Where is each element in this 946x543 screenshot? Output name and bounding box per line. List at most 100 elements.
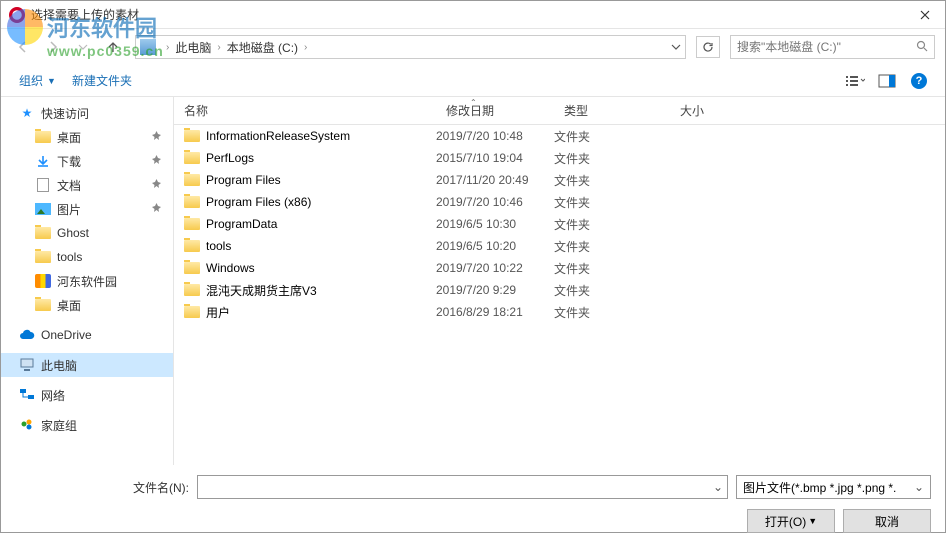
up-button[interactable] <box>101 35 125 59</box>
search-input[interactable] <box>737 40 916 54</box>
file-name: Program Files <box>206 173 281 187</box>
file-type: 文件夹 <box>554 260 670 277</box>
preview-pane-button[interactable] <box>875 70 899 92</box>
sidebar-item[interactable]: Ghost <box>1 221 173 245</box>
file-type: 文件夹 <box>554 282 670 299</box>
view-options-button[interactable] <box>843 70 867 92</box>
chevron-down-icon: ⌄ <box>914 480 924 494</box>
search-icon[interactable] <box>916 40 928 55</box>
close-icon <box>920 10 930 20</box>
help-button[interactable]: ? <box>907 70 931 92</box>
file-row[interactable]: ProgramData2019/6/5 10:30文件夹 <box>174 213 945 235</box>
open-button[interactable]: 打开(O) ▼ <box>747 509 835 533</box>
column-name[interactable]: 名称 <box>174 97 436 124</box>
file-name: PerfLogs <box>206 151 254 165</box>
back-button[interactable] <box>11 35 35 59</box>
file-date: 2015/7/10 19:04 <box>436 151 554 165</box>
homegroup-icon <box>19 417 35 433</box>
sidebar-item[interactable]: 河东软件园 <box>1 269 173 293</box>
new-folder-label: 新建文件夹 <box>72 72 132 89</box>
file-row[interactable]: PerfLogs2015/7/10 19:04文件夹 <box>174 147 945 169</box>
pc-icon <box>19 357 35 373</box>
sidebar-item-label: 桌面 <box>57 297 81 314</box>
file-row[interactable]: InformationReleaseSystem2019/7/20 10:48文… <box>174 125 945 147</box>
column-size[interactable]: 大小 <box>670 97 770 124</box>
refresh-button[interactable] <box>696 36 720 58</box>
file-name: tools <box>206 239 231 253</box>
sidebar-item-label: 桌面 <box>57 129 81 146</box>
file-name: InformationReleaseSystem <box>206 129 350 143</box>
file-date: 2019/6/5 10:20 <box>436 239 554 253</box>
chevron-right-icon: › <box>217 42 220 53</box>
folder-icon <box>184 196 200 208</box>
sidebar-item-label: 下载 <box>57 153 81 170</box>
filter-label: 图片文件(*.bmp *.jpg *.png *. <box>743 479 896 496</box>
sidebar-onedrive[interactable]: OneDrive <box>1 323 173 347</box>
sidebar-item[interactable]: 图片 <box>1 197 173 221</box>
sidebar-item-label: 文档 <box>57 177 81 194</box>
sidebar-item[interactable]: 下载 <box>1 149 173 173</box>
sidebar-homegroup[interactable]: 家庭组 <box>1 413 173 437</box>
sidebar-item-label: Ghost <box>57 226 89 240</box>
breadcrumb-segment[interactable]: 此电脑 <box>175 39 211 56</box>
view-icon <box>845 74 865 88</box>
sidebar: ★ 快速访问 桌面下载文档图片Ghosttools河东软件园桌面 OneDriv… <box>1 97 174 465</box>
sidebar-item-label: 河东软件园 <box>57 273 117 290</box>
file-date: 2019/7/20 10:46 <box>436 195 554 209</box>
file-type: 文件夹 <box>554 216 670 233</box>
sidebar-item[interactable]: 桌面 <box>1 293 173 317</box>
breadcrumb-segment[interactable]: 本地磁盘 (C:) <box>227 39 298 56</box>
star-icon: ★ <box>19 105 35 121</box>
file-area: ⌃ 名称 修改日期 类型 大小 InformationReleaseSystem… <box>174 97 945 465</box>
file-row[interactable]: Windows2019/7/20 10:22文件夹 <box>174 257 945 279</box>
file-type: 文件夹 <box>554 128 670 145</box>
sidebar-network[interactable]: 网络 <box>1 383 173 407</box>
chevron-down-icon[interactable] <box>671 42 681 52</box>
file-row[interactable]: Program Files (x86)2019/7/20 10:46文件夹 <box>174 191 945 213</box>
file-filter-dropdown[interactable]: 图片文件(*.bmp *.jpg *.png *. ⌄ <box>736 475 931 499</box>
sidebar-quick-access[interactable]: ★ 快速访问 <box>1 101 173 125</box>
forward-button[interactable] <box>41 35 65 59</box>
pin-icon <box>152 155 161 167</box>
refresh-icon <box>702 41 714 53</box>
pin-icon <box>152 203 161 215</box>
file-row[interactable]: Program Files2017/11/20 20:49文件夹 <box>174 169 945 191</box>
file-date: 2019/7/20 9:29 <box>436 283 554 297</box>
file-row[interactable]: tools 2019/6/5 10:20文件夹 <box>174 235 945 257</box>
drive-icon <box>140 39 156 55</box>
recent-button[interactable] <box>71 35 95 59</box>
split-chevron-icon: ▼ <box>808 516 817 526</box>
file-row[interactable]: 混沌天成期货主席V32019/7/20 9:29文件夹 <box>174 279 945 301</box>
filename-input[interactable] <box>202 480 713 494</box>
column-type[interactable]: 类型 <box>554 97 670 124</box>
arrow-up-icon <box>106 40 120 54</box>
search-box[interactable] <box>730 35 935 59</box>
sidebar-item[interactable]: tools <box>1 245 173 269</box>
folder-icon <box>184 174 200 186</box>
network-icon <box>19 387 35 403</box>
arrow-left-icon <box>16 40 30 54</box>
breadcrumb[interactable]: › 此电脑 › 本地磁盘 (C:) › <box>135 35 686 59</box>
cloud-icon <box>19 327 35 343</box>
help-icon: ? <box>911 73 927 89</box>
file-row[interactable]: 用户2016/8/29 18:21文件夹 <box>174 301 945 323</box>
new-folder-button[interactable]: 新建文件夹 <box>68 69 136 92</box>
sidebar-this-pc[interactable]: 此电脑 <box>1 353 173 377</box>
column-date[interactable]: 修改日期 <box>436 97 554 124</box>
file-date: 2019/6/5 10:30 <box>436 217 554 231</box>
sidebar-item[interactable]: 文档 <box>1 173 173 197</box>
organize-label: 组织 <box>19 72 43 89</box>
arrow-right-icon <box>46 40 60 54</box>
file-type: 文件夹 <box>554 238 670 255</box>
organize-button[interactable]: 组织 ▼ <box>15 69 60 92</box>
sidebar-item-label: tools <box>57 250 82 264</box>
folder-icon <box>184 130 200 142</box>
close-button[interactable] <box>905 1 945 29</box>
cancel-button[interactable]: 取消 <box>843 509 931 533</box>
file-date: 2019/7/20 10:22 <box>436 261 554 275</box>
chevron-down-icon[interactable]: ⌄ <box>713 480 723 494</box>
folder-icon <box>184 262 200 274</box>
window-title: 选择需要上传的素材 <box>31 6 905 23</box>
sidebar-item[interactable]: 桌面 <box>1 125 173 149</box>
filename-combobox[interactable]: ⌄ <box>197 475 728 499</box>
